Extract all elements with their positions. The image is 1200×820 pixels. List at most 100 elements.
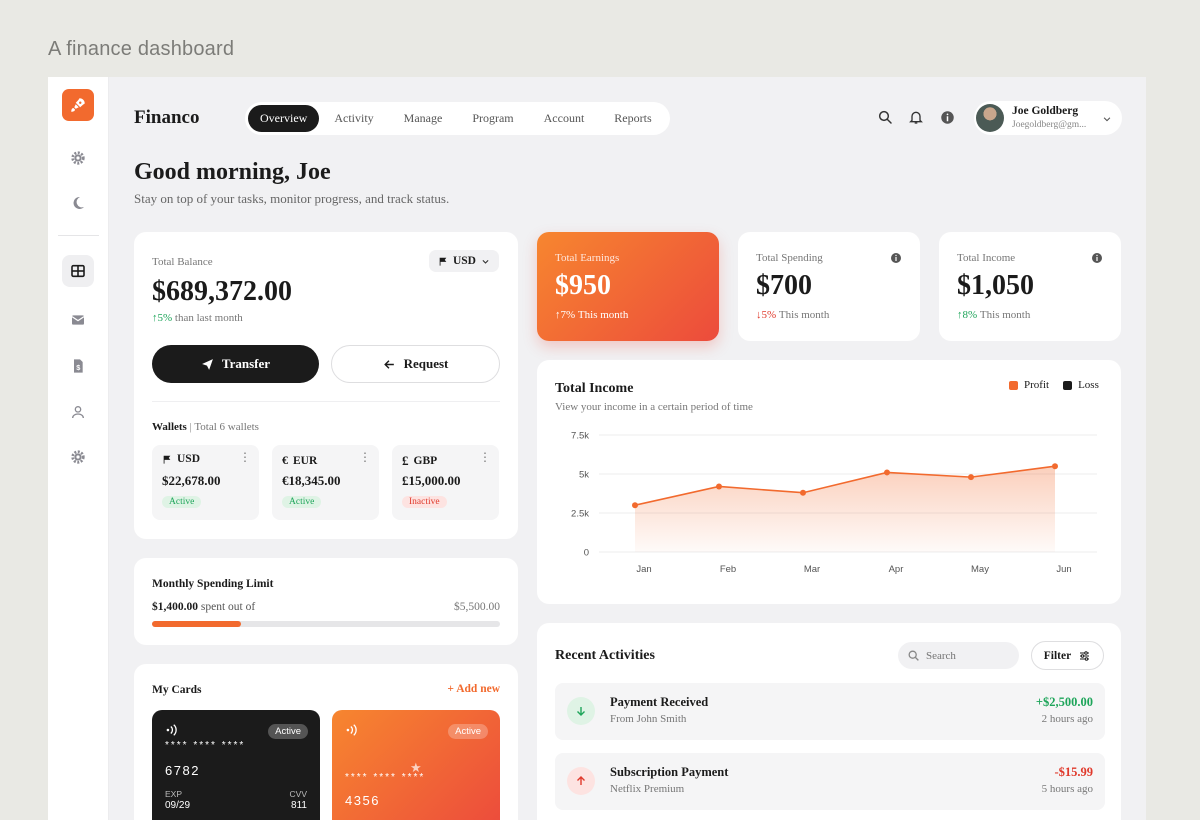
stat-change: ↑8% This month [957, 309, 1031, 321]
activity-time: 2 hours ago [1041, 713, 1093, 725]
mail-icon[interactable] [62, 304, 94, 336]
spending-progress-fill [152, 621, 241, 627]
x-tick-label: Mar [804, 564, 820, 575]
nav-program[interactable]: Program [457, 105, 528, 132]
wallet-eur[interactable]: € EUR ⋮ €18,345.00 Active [272, 445, 379, 520]
y-tick-label: 7.5k [571, 431, 589, 442]
main-content: Financo Overview Activity Manage Program… [109, 77, 1146, 820]
balance-label: Total Balance [152, 256, 213, 268]
wallet-gbp[interactable]: £ GBP ⋮ £15,000.00 Inactive [392, 445, 499, 520]
nav-account[interactable]: Account [529, 105, 600, 132]
activities-search[interactable] [898, 642, 1019, 669]
arrow-left-icon [383, 359, 394, 369]
moon-icon[interactable] [62, 187, 94, 219]
gear-icon[interactable] [62, 142, 94, 174]
profile-menu[interactable]: Joe Goldberg Joegoldberg@gm... [974, 101, 1122, 135]
spending-limit-title: Monthly Spending Limit [152, 578, 274, 590]
info-icon[interactable] [1091, 251, 1103, 269]
search-icon[interactable] [875, 107, 895, 127]
pound-icon: £ [402, 453, 409, 468]
flag-icon [439, 257, 447, 266]
card-status-badge: Active [268, 724, 308, 739]
filter-button[interactable]: Filter [1031, 641, 1104, 670]
app-window: $ Financo Overview Activity Manage Progr… [48, 77, 1146, 820]
data-point[interactable] [716, 483, 722, 490]
stat-value: $700 [756, 270, 812, 301]
profile-email: Joegoldberg@gm... [1012, 120, 1087, 130]
card-exp: 09/29 [165, 800, 191, 811]
wallet-amount: €18,345.00 [282, 473, 341, 488]
x-tick-label: Jun [1056, 564, 1071, 575]
more-vertical-icon[interactable]: ⋮ [359, 451, 371, 463]
list-item[interactable]: Payment Received From John Smith +$2,500… [555, 683, 1105, 740]
add-card-button[interactable]: + Add new [447, 683, 500, 695]
avatar [976, 104, 1004, 132]
dashboard-grid-icon[interactable] [62, 255, 94, 287]
wallet-amount: $22,678.00 [162, 473, 221, 488]
activity-amount: +$2,500.00 [1035, 695, 1093, 709]
data-point[interactable] [800, 489, 806, 496]
invoice-dollar-icon[interactable]: $ [62, 350, 94, 382]
list-item[interactable]: Subscription Payment Netflix Premium -$1… [555, 753, 1105, 810]
bell-icon[interactable] [906, 107, 926, 127]
x-tick-label: May [971, 564, 989, 575]
data-point[interactable] [884, 469, 890, 476]
info-icon[interactable] [890, 251, 902, 269]
top-nav: Overview Activity Manage Program Account… [245, 102, 670, 135]
info-icon[interactable] [937, 107, 957, 127]
request-button[interactable]: Request [331, 345, 500, 383]
stat-total-income[interactable]: Total Income $1,050 ↑8% This month [939, 232, 1121, 341]
card-masked-number: **** **** **** [165, 740, 246, 751]
card-dark[interactable]: Active **** **** **** 6782 EXP 09/29 CVV… [152, 710, 320, 820]
more-vertical-icon[interactable]: ⋮ [479, 451, 491, 463]
contactless-icon [165, 722, 179, 741]
page-title: Good morning, Joe [134, 159, 331, 185]
page-subtitle: Stay on top of your tasks, monitor progr… [134, 191, 450, 206]
activity-subtitle: From John Smith [610, 713, 687, 725]
spending-limit-spent: $1,400.00 spent out of [152, 601, 256, 613]
wallet-usd[interactable]: USD ⋮ $22,678.00 Active [152, 445, 259, 520]
nav-manage[interactable]: Manage [389, 105, 458, 132]
wallet-currency: USD [177, 453, 201, 465]
arrow-up-icon [567, 767, 595, 795]
data-point[interactable] [968, 474, 974, 481]
settings-gear-icon[interactable] [62, 441, 94, 473]
chevron-down-icon [482, 259, 489, 264]
sidebar-divider [58, 235, 99, 236]
recent-activities-panel: Recent Activities Filter Payment Receive… [537, 623, 1121, 820]
nav-overview[interactable]: Overview [248, 105, 320, 132]
divider [152, 401, 500, 402]
data-point[interactable] [632, 502, 638, 509]
rocket-logo-icon[interactable] [62, 89, 94, 121]
card-masked-number: **** **** **** [345, 772, 426, 783]
stat-total-earnings[interactable]: Total Earnings $950 ↑7% This month [537, 232, 719, 341]
currency-selector[interactable]: USD [429, 250, 499, 272]
wallets-heading: Wallets | Total 6 wallets [152, 421, 259, 433]
nav-reports[interactable]: Reports [599, 105, 666, 132]
stat-label: Total Spending [756, 252, 823, 264]
nav-activity[interactable]: Activity [319, 105, 388, 132]
profit-area [635, 466, 1055, 552]
card-orange[interactable]: Active ★ **** **** **** 4356 [332, 710, 500, 820]
data-point[interactable] [1052, 463, 1058, 470]
activity-title: Payment Received [610, 695, 709, 709]
stat-total-spending[interactable]: Total Spending $700 ↓5% This month [738, 232, 920, 341]
activity-amount: -$15.99 [1054, 765, 1093, 779]
activity-time: 5 hours ago [1041, 783, 1093, 795]
y-tick-label: 2.5k [571, 509, 589, 520]
stat-value: $950 [555, 270, 611, 301]
search-icon [908, 650, 919, 661]
more-vertical-icon[interactable]: ⋮ [239, 451, 251, 463]
spending-progress-bar [152, 621, 500, 627]
user-icon[interactable] [62, 396, 94, 428]
activities-search-input[interactable] [926, 647, 1011, 664]
plus-icon: + [447, 683, 454, 695]
card-exp-label: EXP [165, 789, 183, 799]
stat-label: Total Income [957, 252, 1016, 264]
balance-amount: $689,372.00 [152, 276, 292, 307]
x-tick-label: Apr [889, 564, 904, 575]
my-cards-title: My Cards [152, 684, 202, 696]
brand-name: Financo [134, 107, 200, 128]
transfer-button[interactable]: Transfer [152, 345, 319, 383]
status-badge: Active [282, 496, 322, 508]
